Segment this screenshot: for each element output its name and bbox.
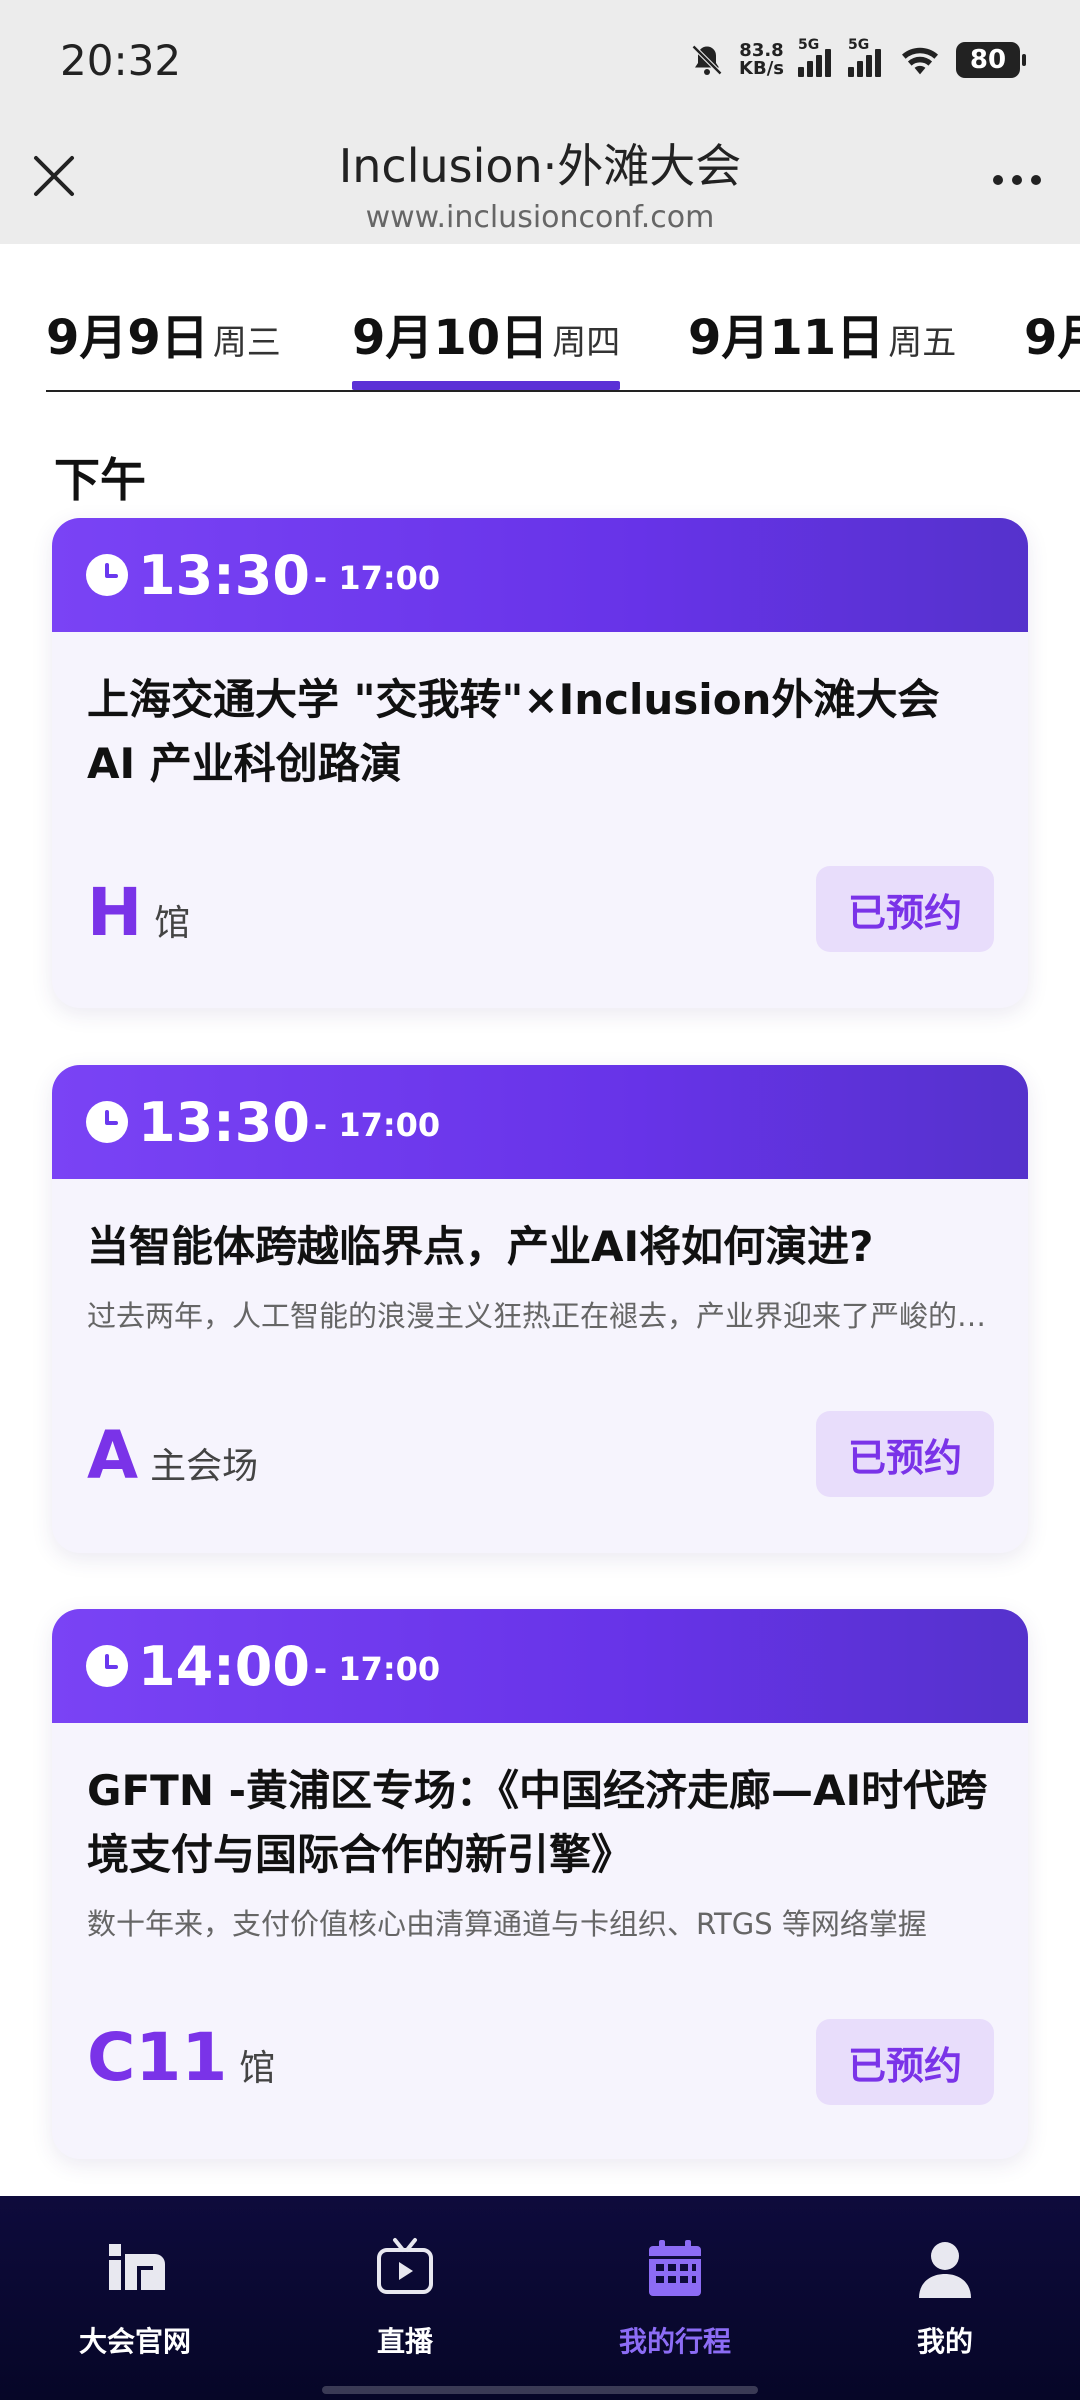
- date-tab-sep10[interactable]: 9月10日 周四: [352, 298, 621, 390]
- session-time-header: 13:30 - 17:00: [52, 1065, 1028, 1179]
- session-venue: H 馆: [87, 874, 190, 951]
- bottom-tab-bar: 大会官网 直播 我的行程 我的: [0, 2196, 1080, 2400]
- session-end-time: - 17:00: [313, 559, 441, 597]
- session-card[interactable]: 14:00 - 17:00 GFTN -黄浦区专场：《中国经济走廊—AI时代跨境…: [52, 1609, 1028, 2159]
- page-url: www.inclusionconf.com: [365, 200, 715, 235]
- network-speed: 83.8 KB/s: [739, 40, 784, 79]
- wifi-icon: [902, 47, 938, 75]
- page-title-group: Inclusion·外滩大会 www.inclusionconf.com: [0, 130, 1080, 235]
- session-end-time: - 17:00: [313, 1650, 441, 1688]
- tab-live[interactable]: 直播: [270, 2196, 540, 2400]
- session-description: 过去两年，人工智能的浪漫主义狂热正在褪去，产业界迎来了严峻的考验: [87, 1299, 994, 1333]
- more-button[interactable]: [984, 160, 1050, 200]
- venue-name: 主会场: [150, 1446, 259, 1487]
- clock-icon: [86, 1101, 128, 1143]
- tab-me[interactable]: 我的: [810, 2196, 1080, 2400]
- session-body: 当智能体跨越临界点，产业AI将如何演进? 过去两年，人工智能的浪漫主义狂热正在褪…: [52, 1179, 1028, 1335]
- signal-icon: 5G: [798, 37, 834, 77]
- session-time-header: 13:30 - 17:00: [52, 518, 1028, 632]
- date-tab-sep9[interactable]: 9月9日 周三: [46, 298, 281, 390]
- session-venue: C11 馆: [87, 2019, 275, 2096]
- session-card[interactable]: 13:30 - 17:00 当智能体跨越临界点，产业AI将如何演进? 过去两年，…: [52, 1065, 1028, 1553]
- clock-icon: [86, 1645, 128, 1687]
- session-description: 数十年来，支付价值核心由清算通道与卡组织、RTGS 等网络掌握: [87, 1907, 927, 1941]
- venue-name: 馆: [239, 2048, 276, 2089]
- venue-code: A: [87, 1417, 139, 1494]
- tab-label: 我的行程: [618, 2325, 731, 2358]
- booked-button[interactable]: 已预约: [816, 2019, 994, 2105]
- tab-label: 直播: [376, 2325, 433, 2358]
- session-start-time: 13:30: [138, 1090, 310, 1154]
- tab-label: 大会官网: [78, 2325, 191, 2358]
- mute-bell-icon: [691, 44, 723, 76]
- booked-button[interactable]: 已预约: [816, 1411, 994, 1497]
- session-body: GFTN -黄浦区专场：《中国经济走廊—AI时代跨境支付与国际合作的新引擎》 数…: [52, 1723, 1028, 1943]
- webview-header: Inclusion·外滩大会 www.inclusionconf.com: [0, 120, 1080, 244]
- session-end-time: - 17:00: [313, 1106, 441, 1144]
- session-start-time: 14:00: [138, 1634, 310, 1698]
- status-bar: 20:32 83.8 KB/s 5G 5G 80: [0, 0, 1080, 120]
- status-icons: 83.8 KB/s 5G 5G 80: [689, 37, 1026, 79]
- conference-logo-icon: [109, 2244, 165, 2290]
- signal-icon: 5G: [848, 37, 884, 77]
- page-title: Inclusion·外滩大会: [338, 139, 742, 193]
- session-title: 上海交通大学 "交我转"×Inclusion外滩大会 AI 产业科创路演: [87, 675, 940, 788]
- tab-my-schedule[interactable]: 我的行程: [540, 2196, 810, 2400]
- booked-button[interactable]: 已预约: [816, 866, 994, 952]
- venue-name: 馆: [154, 903, 191, 944]
- venue-code: C11: [87, 2019, 228, 2096]
- session-card[interactable]: 13:30 - 17:00 上海交通大学 "交我转"×Inclusion外滩大会…: [52, 518, 1028, 1008]
- date-tab-sep11[interactable]: 9月11日 周五: [688, 298, 956, 390]
- battery-icon: 80: [956, 42, 1026, 78]
- home-indicator[interactable]: [322, 2386, 758, 2394]
- section-title: 下午: [54, 453, 146, 507]
- session-start-time: 13:30: [138, 543, 310, 607]
- status-time: 20:32: [60, 35, 182, 85]
- venue-code: H: [87, 874, 143, 951]
- clock-icon: [86, 554, 128, 596]
- date-tabs: 9月9日周三 9月10日周四 9月11日周五 9月: [46, 270, 1080, 392]
- date-tab-next[interactable]: 9月: [1024, 298, 1080, 390]
- tab-conference-site[interactable]: 大会官网: [0, 2196, 270, 2400]
- session-venue: A 主会场: [87, 1417, 258, 1494]
- session-time-header: 14:00 - 17:00: [52, 1609, 1028, 1723]
- more-icon: [993, 175, 1003, 185]
- tv-icon: [377, 2238, 433, 2294]
- session-title: 当智能体跨越临界点，产业AI将如何演进?: [87, 1222, 874, 1271]
- user-icon: [919, 2242, 971, 2298]
- session-body: 上海交通大学 "交我转"×Inclusion外滩大会 AI 产业科创路演: [52, 632, 1028, 796]
- tab-label: 我的: [916, 2325, 973, 2358]
- session-title: GFTN -黄浦区专场：《中国经济走廊—AI时代跨境支付与国际合作的新引擎》: [87, 1766, 988, 1879]
- calendar-icon: [649, 2240, 701, 2296]
